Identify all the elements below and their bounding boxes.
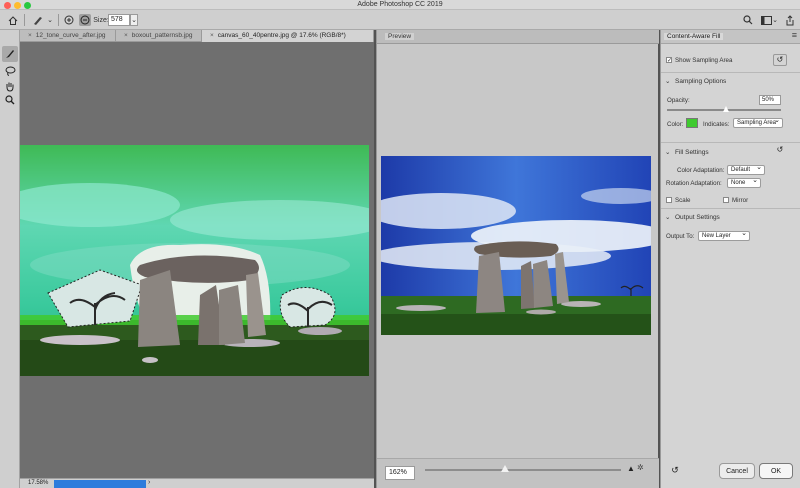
preview-header: Preview: [377, 30, 659, 44]
zoom-tool-icon[interactable]: [2, 92, 18, 108]
mirror-checkbox[interactable]: [723, 197, 729, 203]
sampling-color-swatch[interactable]: [686, 118, 698, 128]
sampling-options-header[interactable]: Sampling Options: [675, 78, 726, 85]
progress-bar: [54, 480, 146, 488]
title-bar: Adobe Photoshop CC 2019: [0, 0, 800, 10]
document-tabs: × 12_tone_curve_after.jpg × boxout_pattern…: [20, 30, 374, 42]
tab-12-tone-curve[interactable]: × 12_tone_curve_after.jpg: [20, 30, 116, 42]
opacity-slider-thumb[interactable]: [723, 106, 729, 112]
panel-title[interactable]: Content-Aware Fill: [664, 33, 724, 40]
mirror-label: Mirror: [732, 197, 749, 204]
rotation-adaptation-select[interactable]: None: [727, 177, 761, 188]
scale-checkbox[interactable]: [666, 197, 672, 203]
tab-label: boxout_patternsb.jpg: [131, 32, 193, 39]
output-settings-header[interactable]: Output Settings: [675, 214, 720, 221]
brush-tool-icon[interactable]: [2, 46, 18, 62]
close-tab-icon[interactable]: ×: [210, 32, 214, 39]
warning-icon: ▲: [627, 464, 635, 473]
panel-header: Content-Aware Fill ≡: [661, 30, 800, 44]
checkmark-icon: ✓: [667, 58, 673, 64]
preview-zoom-track[interactable]: [425, 469, 621, 471]
window-title: Adobe Photoshop CC 2019: [357, 1, 443, 8]
options-bar: ⌄ Size: 578 ⌄ ⌄: [0, 10, 800, 30]
sampling-options-chevron-icon[interactable]: ⌄: [665, 77, 670, 85]
content-aware-fill-panel: Content-Aware Fill ≡ ✓ Show Sampling Are…: [660, 30, 800, 488]
reset-all-icon[interactable]: ↺: [669, 465, 681, 477]
preview-zoom-slider[interactable]: [501, 465, 510, 472]
close-tab-icon[interactable]: ×: [124, 32, 128, 39]
home-icon[interactable]: [6, 14, 20, 26]
lasso-tool-icon[interactable]: [2, 63, 18, 79]
preview-zoom-input[interactable]: 162%: [385, 466, 415, 480]
preview-panel: Preview 162% ▲ ✲: [376, 30, 659, 488]
preview-footer: 162% ▲ ✲: [377, 458, 659, 488]
share-icon[interactable]: [784, 14, 796, 26]
output-settings-chevron-icon[interactable]: ⌄: [665, 213, 670, 221]
zoom-readout[interactable]: 17.58%: [28, 480, 48, 486]
size-label: Size:: [93, 16, 109, 24]
status-bar: 17.58% ›: [20, 478, 374, 488]
scale-label: Scale: [675, 197, 691, 204]
add-mode-icon[interactable]: [63, 14, 75, 26]
color-adaptation-label: Color Adaptation:: [677, 167, 725, 174]
fill-settings-chevron-icon[interactable]: ⌄: [665, 148, 670, 156]
cancel-button[interactable]: Cancel: [719, 463, 755, 479]
show-sampling-label: Show Sampling Area: [675, 57, 733, 64]
document-canvas[interactable]: [20, 42, 374, 478]
chevron-down-icon[interactable]: ⌄: [46, 14, 54, 26]
workspace-chevron-icon[interactable]: ⌄: [772, 14, 778, 26]
size-input[interactable]: 578: [108, 14, 130, 26]
output-to-label: Output To:: [666, 233, 695, 240]
tab-label: 12_tone_curve_after.jpg: [35, 32, 106, 39]
opacity-input[interactable]: 50%: [759, 95, 781, 105]
reset-icon[interactable]: ↺: [773, 54, 787, 66]
preview-image[interactable]: [381, 156, 651, 335]
search-icon[interactable]: [742, 14, 754, 26]
workspace-icon[interactable]: [760, 14, 772, 26]
loading-spinner-icon: ✲: [637, 463, 644, 472]
close-tab-icon[interactable]: ×: [28, 32, 32, 39]
tools-panel: [0, 30, 20, 488]
tab-boxout-patterns[interactable]: × boxout_patternsb.jpg: [116, 30, 202, 42]
rotation-adaptation-label: Rotation Adaptation:: [666, 180, 722, 187]
status-arrow-icon[interactable]: ›: [148, 479, 150, 486]
indicates-select[interactable]: Sampling Area: [733, 117, 783, 128]
brush-tool-preset-icon[interactable]: [30, 14, 46, 26]
fill-settings-reset-icon[interactable]: ↺: [773, 146, 787, 156]
size-dropdown-icon[interactable]: ⌄: [130, 14, 138, 26]
ok-button[interactable]: OK: [759, 463, 793, 479]
tab-label: canvas_60_40pentre.jpg @ 17.6% (RGB/8*): [217, 32, 346, 39]
preview-tab[interactable]: Preview: [385, 33, 415, 40]
color-adaptation-select[interactable]: Default: [727, 164, 765, 175]
tab-canvas-pentre[interactable]: × canvas_60_40pentre.jpg @ 17.6% (RGB/8*): [202, 30, 374, 42]
canvas-image[interactable]: [20, 145, 369, 376]
color-label: Color:: [667, 121, 684, 128]
output-to-select[interactable]: New Layer: [698, 230, 750, 241]
panel-menu-icon[interactable]: ≡: [792, 30, 797, 40]
indicates-label: Indicates:: [703, 121, 730, 128]
opacity-label: Opacity:: [667, 97, 690, 104]
subtract-mode-icon[interactable]: [79, 14, 91, 26]
fill-settings-header[interactable]: Fill Settings: [675, 149, 709, 156]
